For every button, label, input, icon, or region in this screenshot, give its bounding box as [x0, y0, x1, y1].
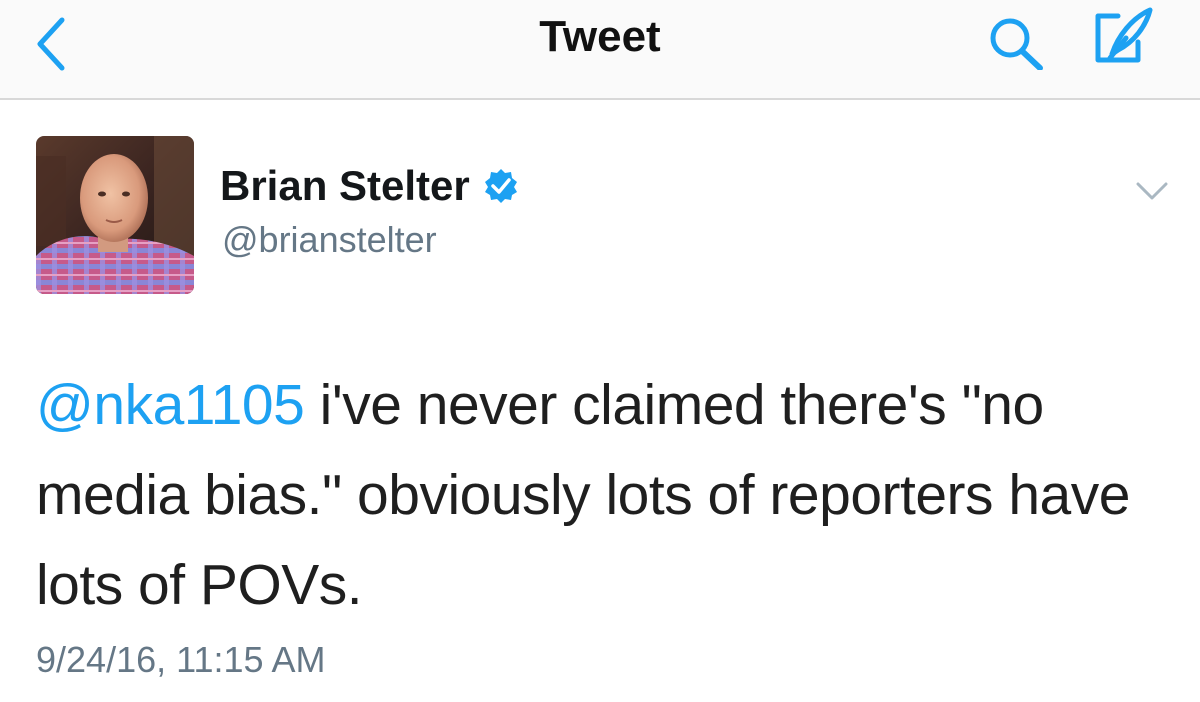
compose-icon	[1095, 7, 1153, 63]
search-icon	[990, 18, 1043, 71]
mention-link[interactable]: @nka1105	[36, 373, 305, 437]
navigation-bar: Tweet	[0, 0, 1200, 100]
verified-badge-icon	[484, 169, 517, 203]
author-name[interactable]: Brian Stelter	[220, 160, 470, 212]
compose-button[interactable]	[1088, 6, 1160, 70]
tweet-text: @nka1105 i've never claimed there's "no …	[36, 360, 1156, 630]
avatar[interactable]	[36, 136, 194, 294]
tweet-timestamp: 9/24/16, 11:15 AM	[36, 639, 326, 680]
chevron-down-icon	[1136, 182, 1168, 200]
tweet-detail-screen: Tweet Brian Stelter @brianstelter @nka11…	[0, 0, 1200, 702]
profile-photo	[36, 136, 194, 294]
author-name-row[interactable]: Brian Stelter	[220, 160, 520, 212]
search-button[interactable]	[984, 10, 1054, 71]
tweet-options-button[interactable]	[1132, 176, 1172, 206]
author-handle[interactable]: @brianstelter	[222, 218, 437, 262]
